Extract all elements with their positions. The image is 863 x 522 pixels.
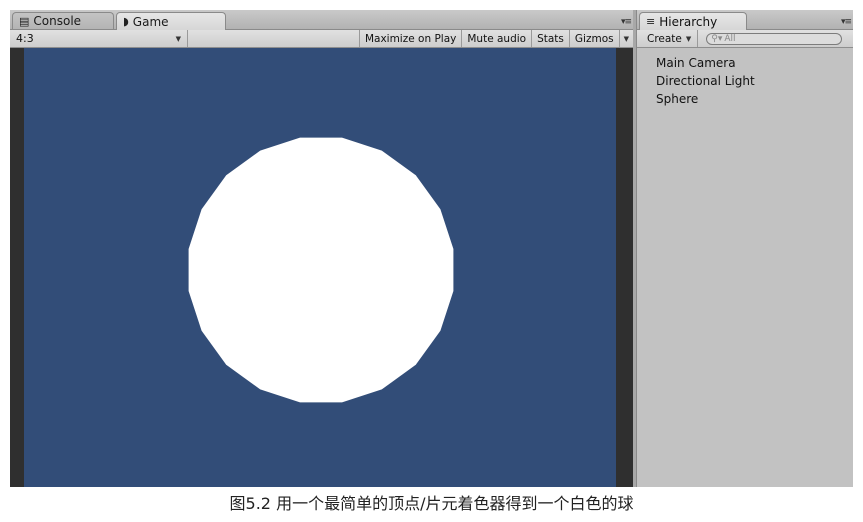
game-panel: ▤ Console ◗ Game ▾≡ 4:3 ▼ Maximize on Pl… — [10, 10, 633, 487]
aspect-dropdown[interactable]: 4:3 ▼ — [10, 30, 188, 47]
search-icon: ⚲▾ — [711, 33, 723, 44]
maximize-on-play-button[interactable]: Maximize on Play — [358, 30, 461, 47]
panel-menu-icon[interactable]: ▾≡ — [621, 17, 632, 27]
chevron-down-icon: ▼ — [623, 34, 629, 43]
tab-game-label: Game — [132, 14, 169, 29]
chevron-down-icon: ▼ — [685, 34, 692, 43]
tab-hierarchy[interactable]: ≡ Hierarchy — [639, 12, 747, 30]
panel-menu-icon[interactable]: ▾≡ — [841, 17, 852, 27]
game-view[interactable] — [24, 48, 616, 487]
search-placeholder: All — [724, 33, 736, 44]
unity-editor: ▤ Console ◗ Game ▾≡ 4:3 ▼ Maximize on Pl… — [10, 10, 853, 487]
gizmos-button[interactable]: Gizmos — [568, 30, 619, 47]
hierarchy-panel: ≡ Hierarchy ▾≡ Create ▼ ⚲▾ All Main Came… — [636, 10, 853, 487]
game-toolbar: 4:3 ▼ Maximize on Play Mute audio Stats … — [10, 30, 633, 48]
create-button[interactable]: Create ▼ — [637, 30, 699, 47]
mute-audio-button[interactable]: Mute audio — [461, 30, 531, 47]
stats-button[interactable]: Stats — [531, 30, 569, 47]
figure-caption: 图5.2 用一个最简单的顶点/片元着色器得到一个白色的球 — [229, 494, 634, 513]
hierarchy-list: Main Camera Directional Light Sphere — [656, 54, 755, 108]
console-icon: ▤ — [19, 14, 30, 28]
game-icon: ◗ — [123, 15, 129, 28]
tab-game[interactable]: ◗ Game — [116, 12, 226, 30]
hierarchy-item-sphere[interactable]: Sphere — [656, 90, 755, 108]
game-panel-tabbar: ▤ Console ◗ Game ▾≡ — [10, 10, 633, 30]
search-input[interactable]: ⚲▾ All — [706, 32, 843, 45]
create-label: Create — [647, 32, 682, 45]
tab-hierarchy-label: Hierarchy — [659, 14, 718, 29]
aspect-value: 4:3 — [16, 32, 34, 45]
hierarchy-item-directional-light[interactable]: Directional Light — [656, 72, 755, 90]
hierarchy-toolbar: Create ▼ ⚲▾ All — [637, 30, 853, 48]
hierarchy-tabbar: ≡ Hierarchy ▾≡ — [637, 10, 853, 30]
tab-console-label: Console — [33, 14, 82, 28]
tab-console[interactable]: ▤ Console — [12, 12, 114, 29]
hierarchy-icon: ≡ — [646, 15, 656, 28]
game-viewport — [10, 48, 633, 487]
chevron-down-icon: ▼ — [175, 34, 181, 43]
hierarchy-item-main-camera[interactable]: Main Camera — [656, 54, 755, 72]
white-sphere — [188, 137, 454, 403]
gizmos-dropdown-button[interactable]: ▼ — [618, 30, 633, 47]
